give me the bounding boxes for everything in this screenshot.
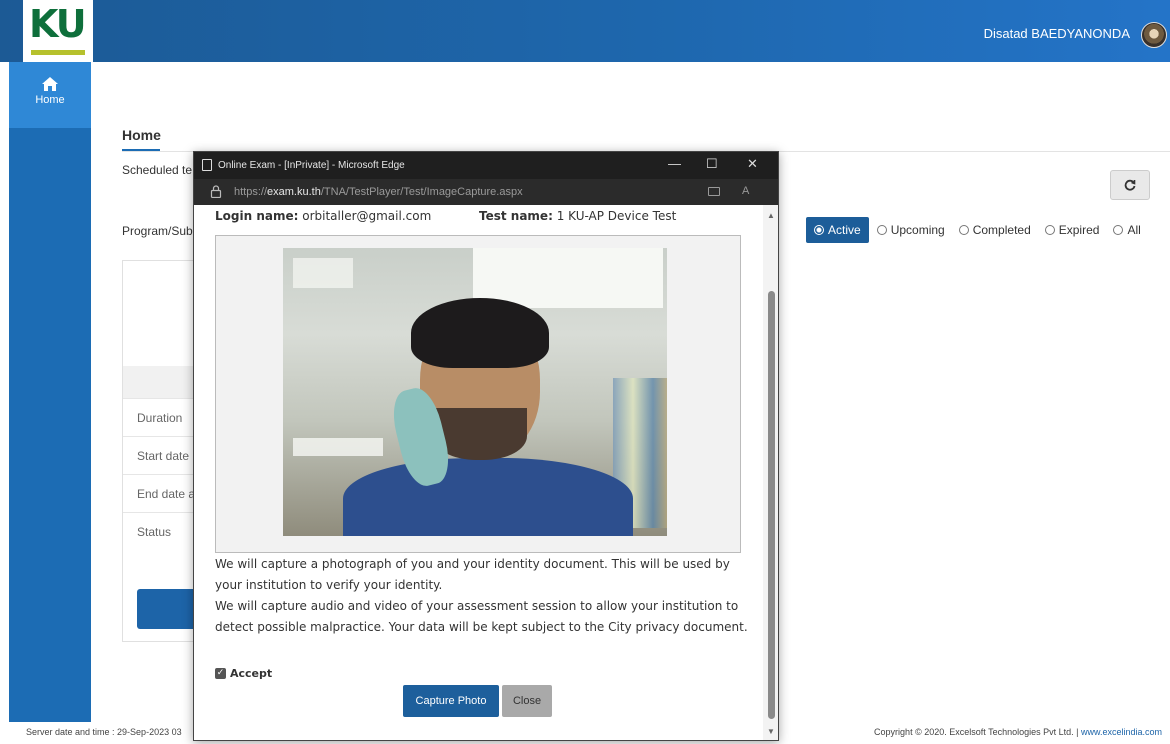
- close-icon[interactable]: ✕: [747, 156, 758, 172]
- scroll-up-icon[interactable]: ▲: [767, 211, 775, 220]
- login-value: orbitaller@gmail.com: [302, 209, 432, 223]
- consent-text-photo: We will capture a photograph of you and …: [215, 557, 730, 592]
- card-row-status: Status: [123, 512, 203, 550]
- filter-all[interactable]: All: [1113, 223, 1141, 237]
- url-host: exam.ku.th: [267, 186, 321, 198]
- url-prefix: https://: [234, 186, 268, 198]
- window-titlebar[interactable]: Online Exam - [InPrivate] - Microsoft Ed…: [194, 152, 778, 179]
- read-aloud-icon[interactable]: A: [742, 185, 749, 197]
- page-icon: [202, 159, 212, 171]
- radio-icon: [1113, 225, 1124, 235]
- card-row-duration: Duration: [123, 398, 203, 436]
- maximize-icon[interactable]: ☐: [706, 156, 718, 172]
- ceiling-light: [293, 438, 383, 456]
- test-name: Test name: 1 KU-AP Device Test: [479, 209, 676, 223]
- test-label: Test name:: [479, 209, 553, 223]
- popup-content: Login name: orbitaller@gmail.com Test na…: [194, 205, 764, 740]
- logo-underline: [31, 50, 85, 55]
- scroll-down-icon[interactable]: ▼: [767, 727, 775, 736]
- filter-label: Expired: [1058, 223, 1100, 237]
- logo-text: KU: [29, 2, 87, 46]
- test-card: Duration Start date End date a Status: [122, 260, 203, 642]
- refresh-button[interactable]: [1110, 170, 1150, 200]
- avatar[interactable]: [1141, 22, 1167, 48]
- program-subject-label: Program/Sub: [122, 224, 193, 238]
- sidebar: Home: [9, 62, 91, 722]
- accept-checkbox[interactable]: ✓ Accept: [215, 667, 272, 680]
- card-header-band: [123, 366, 203, 398]
- login-label: Login name:: [215, 209, 299, 223]
- card-row-end-date: End date a: [123, 474, 203, 512]
- scroll-thumb[interactable]: [768, 291, 775, 719]
- minimize-icon[interactable]: —: [668, 156, 681, 171]
- person-shirt: [343, 458, 633, 536]
- camera-icon[interactable]: [708, 187, 720, 196]
- scrollbar[interactable]: ▲ ▼: [763, 205, 778, 740]
- excelsoft-link[interactable]: www.excelindia.com: [1081, 727, 1162, 737]
- address-bar[interactable]: https://exam.ku.th/TNA/TestPlayer/Test/I…: [194, 179, 778, 205]
- capture-photo-button[interactable]: Capture Photo: [403, 685, 499, 717]
- ku-logo[interactable]: KU: [23, 0, 93, 62]
- login-name: Login name: orbitaller@gmail.com: [215, 209, 431, 223]
- url-path: /TNA/TestPlayer/Test/ImageCapture.aspx: [320, 186, 523, 198]
- radio-selected-icon: [814, 225, 824, 235]
- server-time: Server date and time : 29-Sep-2023 03: [26, 727, 182, 737]
- person-hair: [411, 298, 549, 368]
- top-header: KU Disatad BAEDYANONDA: [0, 0, 1170, 62]
- radio-icon: [958, 225, 969, 235]
- page-title: Home: [122, 127, 161, 143]
- exam-popup-window: Online Exam - [InPrivate] - Microsoft Ed…: [193, 151, 779, 741]
- webcam-preview-frame: [215, 235, 741, 553]
- user-name[interactable]: Disatad BAEDYANONDA: [984, 26, 1130, 41]
- sidebar-item-label: Home: [35, 94, 65, 106]
- refresh-icon: [1124, 179, 1136, 191]
- url-text[interactable]: https://exam.ku.th/TNA/TestPlayer/Test/I…: [234, 186, 523, 198]
- filter-label: Upcoming: [890, 223, 945, 237]
- sidebar-item-home[interactable]: Home: [9, 62, 91, 128]
- filter-upcoming[interactable]: Upcoming: [876, 223, 945, 237]
- filter-label: Active: [828, 223, 861, 237]
- filter-label: All: [1127, 223, 1141, 237]
- filter-completed[interactable]: Completed: [958, 223, 1031, 237]
- lock-icon: [210, 185, 222, 198]
- filter-expired[interactable]: Expired: [1044, 223, 1100, 237]
- home-icon: [42, 77, 58, 91]
- consent-text-video: We will capture audio and video of your …: [215, 599, 748, 634]
- radio-icon: [1044, 225, 1055, 235]
- filter-label: Completed: [972, 223, 1031, 237]
- test-value: 1 KU-AP Device Test: [556, 209, 677, 223]
- window-title: Online Exam - [InPrivate] - Microsoft Ed…: [218, 160, 405, 171]
- accept-label: Accept: [230, 667, 273, 680]
- copyright: Copyright © 2020. Excelsoft Technologies…: [874, 727, 1162, 737]
- filter-active[interactable]: Active: [806, 217, 869, 243]
- ceiling-light: [293, 258, 353, 288]
- status-filter: Active Upcoming Completed Expired All: [806, 217, 1155, 243]
- webcam-photo: [283, 248, 667, 536]
- radio-icon: [876, 225, 887, 235]
- close-button[interactable]: Close: [502, 685, 552, 717]
- checkbox-checked-icon[interactable]: ✓: [215, 668, 226, 679]
- card-row-start-date: Start date: [123, 436, 203, 474]
- scheduled-tests-label: Scheduled te: [122, 163, 193, 177]
- copyright-text: Copyright © 2020. Excelsoft Technologies…: [874, 727, 1081, 737]
